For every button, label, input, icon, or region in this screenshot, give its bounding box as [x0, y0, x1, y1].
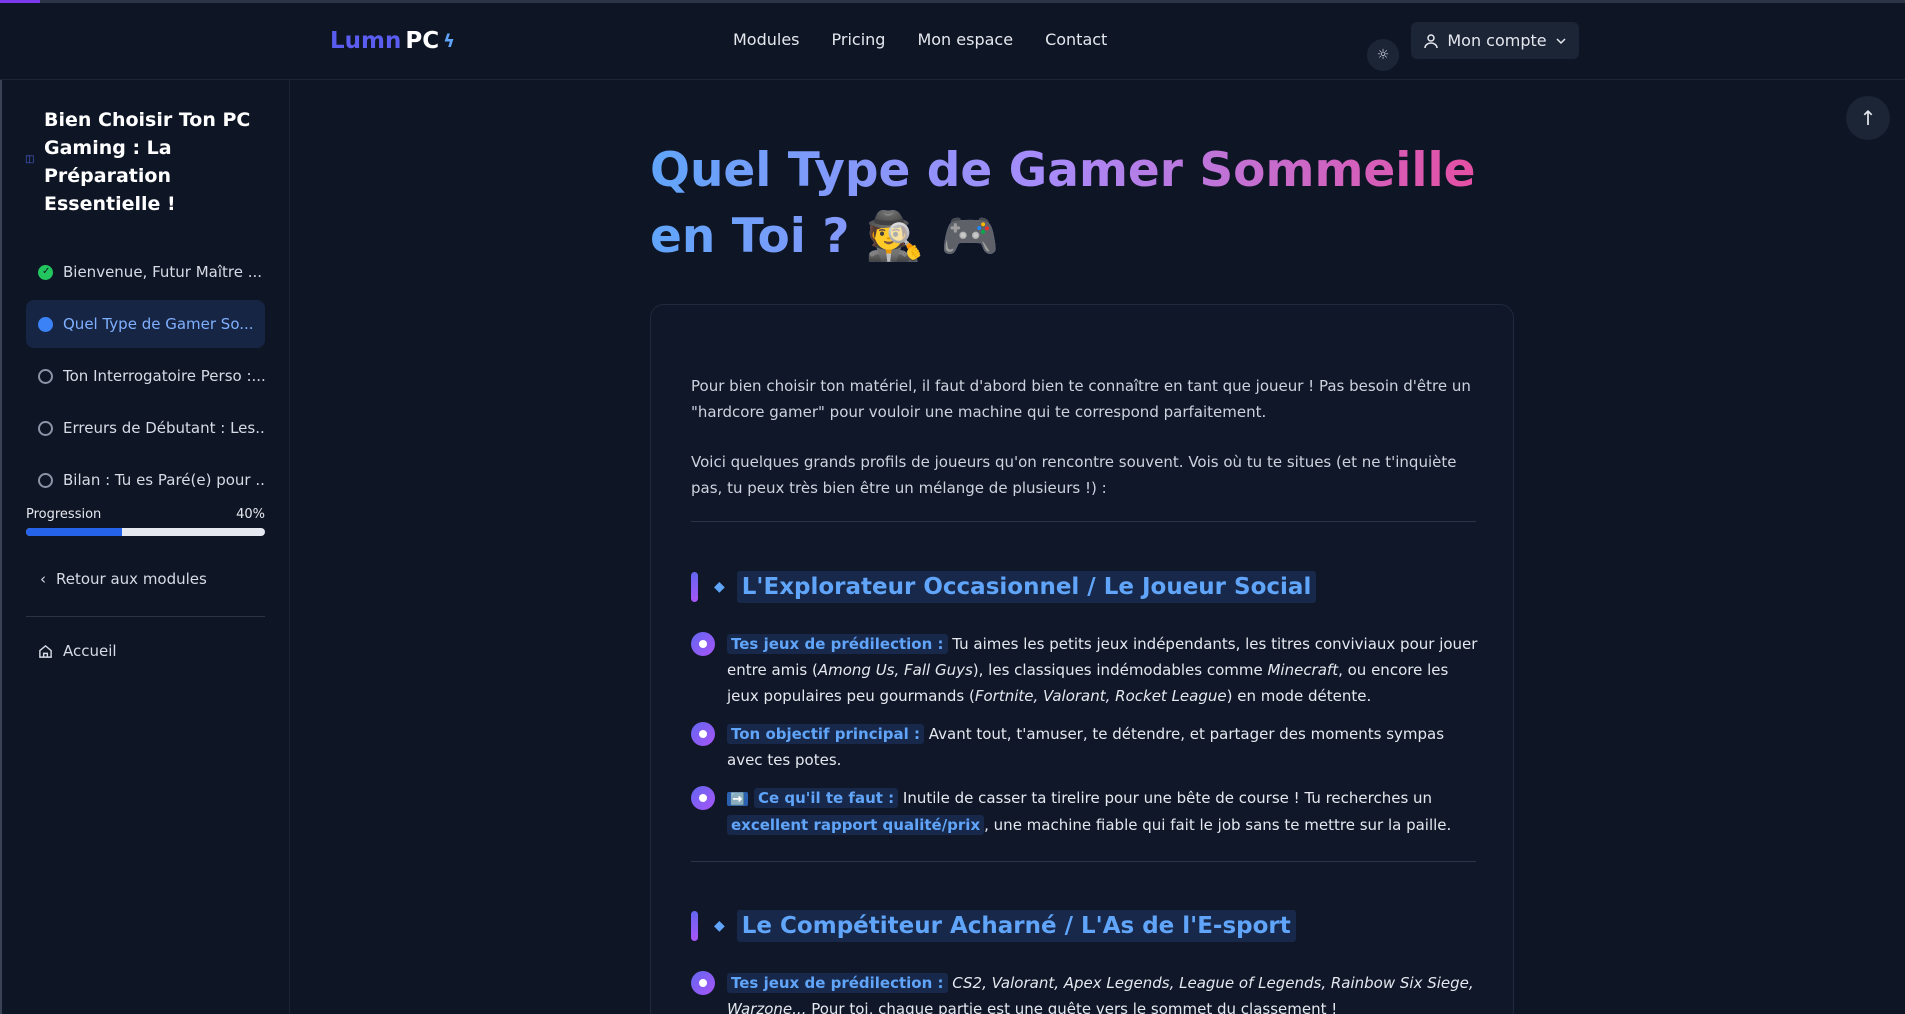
- home-icon: [39, 644, 52, 658]
- list-item: Tes jeux de prédilection : CS2, Valorant…: [691, 970, 1481, 1014]
- theme-toggle-button[interactable]: ☼: [1367, 39, 1399, 71]
- section-divider: [691, 861, 1476, 862]
- bullet-text: Inutile de casser ta tirelire pour une b…: [898, 789, 1433, 807]
- account-button[interactable]: Mon compte: [1411, 22, 1579, 59]
- page-title-text: Quel Type de Gamer Sommeille en Toi ?: [650, 143, 1476, 264]
- lesson-item[interactable]: Erreurs de Débutant : Les...: [26, 404, 265, 452]
- section-heading: ◆ L'Explorateur Occasionnel / Le Joueur …: [691, 571, 1317, 603]
- back-label: Retour aux modules: [56, 570, 207, 588]
- intro-text: Pour bien choisir ton matériel, il faut …: [691, 373, 1471, 525]
- section-accent-bar: [691, 572, 698, 602]
- bullet-list: Tes jeux de prédilection : CS2, Valorant…: [691, 970, 1481, 1014]
- sidebar-divider: [26, 616, 265, 617]
- course-sidebar: ◫ Bien Choisir Ton PC Gaming : La Prépar…: [0, 80, 290, 1014]
- title-emojis: 🕵️ 🎮: [865, 209, 1000, 264]
- highlight: excellent rapport qualité/prix: [727, 815, 985, 835]
- chevron-down-icon: [1556, 37, 1566, 44]
- lesson-list: Bienvenue, Futur Maître ... Quel Type de…: [26, 248, 265, 508]
- games-list: Minecraft: [1267, 661, 1339, 679]
- empty-circle-icon: [38, 368, 53, 384]
- back-to-modules-link[interactable]: ‹ Retour aux modules: [40, 570, 207, 588]
- bullet-tag: Tes jeux de prédilection :: [727, 973, 948, 993]
- bullet-tag: Ton objectif principal :: [727, 724, 924, 744]
- scroll-to-top-button[interactable]: ↑: [1846, 96, 1890, 140]
- section-heading: ◆ Le Compétiteur Acharné / L'As de l'E-s…: [691, 910, 1296, 942]
- bullet-text: Pour toi, chaque partie est une quête ve…: [806, 1000, 1338, 1014]
- bullet-icon: [691, 722, 715, 746]
- home-link[interactable]: Accueil: [38, 642, 117, 660]
- book-icon: ◫: [25, 154, 35, 165]
- page-title: Quel Type de Gamer Sommeille en Toi ? 🕵️…: [650, 138, 1530, 270]
- progress-percent: 40%: [236, 507, 265, 522]
- list-item: Tes jeux de prédilection : Tu aimes les …: [691, 631, 1481, 709]
- course-progress: Progression 40%: [26, 507, 265, 536]
- diamond-icon: ◆: [714, 579, 725, 595]
- bullet-text: , une machine fiable qui fait le job san…: [984, 816, 1452, 834]
- empty-circle-icon: [38, 420, 53, 436]
- bullet-text: ) en mode détente.: [1226, 687, 1372, 705]
- lesson-item[interactable]: Bienvenue, Futur Maître ...: [26, 248, 265, 296]
- brand-logo[interactable]: Lumn PC ϟ: [330, 28, 455, 54]
- progress-label: Progression: [26, 507, 102, 522]
- brand-pc: PC: [405, 28, 440, 54]
- arrow-up-icon: ↑: [1859, 106, 1877, 130]
- current-dot-icon: [38, 316, 53, 332]
- main-nav: Modules Pricing Mon espace Contact: [733, 30, 1107, 49]
- bullet-text: ), les classiques indémodables comme: [972, 661, 1268, 679]
- section-divider: [691, 521, 1476, 522]
- lesson-item-current[interactable]: Quel Type de Gamer So...: [26, 300, 265, 348]
- nav-mon-espace[interactable]: Mon espace: [917, 30, 1013, 49]
- bolt-icon: ϟ: [443, 30, 455, 52]
- section-title: L'Explorateur Occasionnel / Le Joueur So…: [736, 571, 1317, 603]
- chevron-left-icon: ‹: [40, 570, 46, 588]
- intro-paragraph-1: Pour bien choisir ton matériel, il faut …: [691, 377, 1471, 421]
- nav-modules[interactable]: Modules: [733, 30, 800, 49]
- bullet-tag: Ce qu'il te faut :: [753, 788, 899, 808]
- sidebar-rail: [0, 80, 2, 1014]
- sun-icon: ☼: [1376, 47, 1390, 63]
- lesson-label: Quel Type de Gamer So...: [63, 315, 254, 333]
- nav-pricing[interactable]: Pricing: [832, 30, 886, 49]
- bullet-icon: [691, 632, 715, 656]
- lesson-label: Bienvenue, Futur Maître ...: [63, 263, 263, 281]
- intro-paragraph-2: Voici quelques grands profils de joueurs…: [691, 453, 1457, 497]
- user-icon: [1424, 33, 1439, 48]
- list-item: Ton objectif principal : Avant tout, t'a…: [691, 721, 1481, 773]
- progress-fill: [26, 528, 122, 536]
- arrow-right-icon: ➡️: [727, 792, 748, 806]
- lesson-item[interactable]: Ton Interrogatoire Perso :...: [26, 352, 265, 400]
- progress-track: [26, 528, 265, 536]
- course-title: Bien Choisir Ton PC Gaming : La Préparat…: [44, 109, 251, 215]
- top-header: Lumn PC ϟ Modules Pricing Mon espace Con…: [0, 3, 1905, 80]
- list-item: ➡️ Ce qu'il te faut : Inutile de casser t…: [691, 785, 1481, 838]
- brand-lumn: Lumn: [330, 28, 402, 54]
- lesson-label: Bilan : Tu es Paré(e) pour ...: [63, 471, 265, 489]
- games-list: Fortnite, Valorant, Rocket League: [974, 687, 1227, 705]
- games-list: Among Us, Fall Guys: [817, 661, 973, 679]
- empty-circle-icon: [38, 472, 53, 488]
- account-label: Mon compte: [1447, 31, 1547, 50]
- section-title: Le Compétiteur Acharné / L'As de l'E-spo…: [736, 910, 1296, 942]
- bullet-icon: [691, 971, 715, 995]
- bullet-list: Tes jeux de prédilection : Tu aimes les …: [691, 631, 1481, 850]
- lesson-content-card: Pour bien choisir ton matériel, il faut …: [650, 304, 1514, 1014]
- bullet-icon: [691, 786, 715, 810]
- diamond-icon: ◆: [714, 918, 725, 934]
- bullet-tag: Tes jeux de prédilection :: [727, 634, 948, 654]
- home-label: Accueil: [63, 642, 117, 660]
- check-circle-icon: [38, 264, 53, 280]
- lesson-label: Erreurs de Débutant : Les...: [63, 419, 265, 437]
- section-accent-bar: [691, 911, 698, 941]
- lesson-label: Ton Interrogatoire Perso :...: [63, 367, 265, 385]
- lesson-item[interactable]: Bilan : Tu es Paré(e) pour ...: [26, 456, 265, 504]
- nav-contact[interactable]: Contact: [1045, 30, 1107, 49]
